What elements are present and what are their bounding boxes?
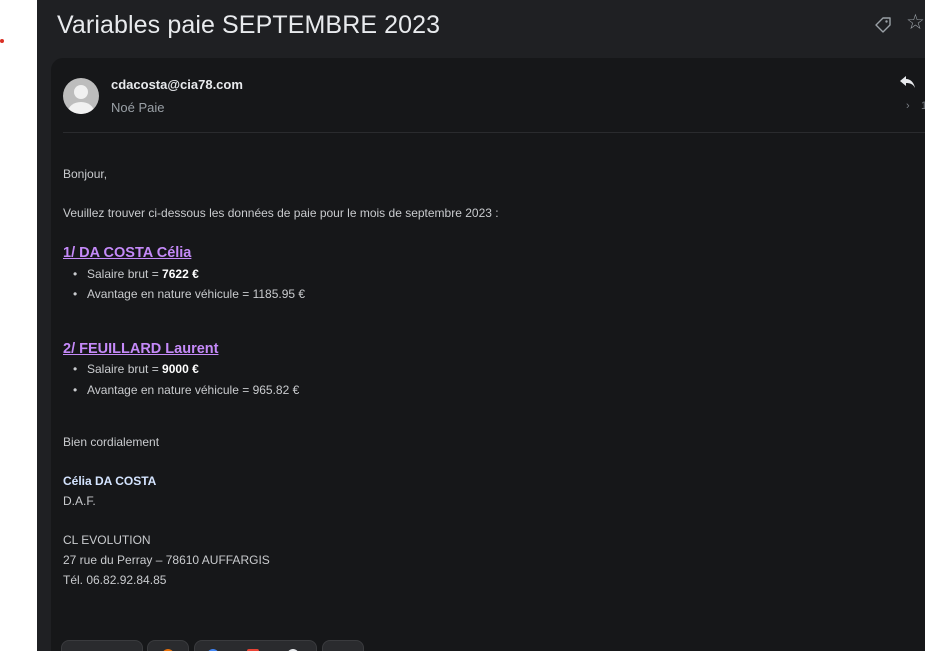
sender-email[interactable]: cdacosta@cia78.com — [111, 77, 243, 92]
employee-1-title[interactable]: 1/ DA COSTA Célia — [63, 245, 191, 261]
emoji-button[interactable] — [147, 640, 189, 651]
chevron-right-icon[interactable]: › — [906, 101, 910, 112]
signature-role: D.A.F. — [63, 494, 96, 508]
reply-icon[interactable] — [898, 74, 916, 90]
recipient-name[interactable]: Noé Paie — [111, 100, 164, 115]
signature-phone: Tél. 06.82.92.84.85 — [63, 573, 167, 587]
employee-2-benefit: Avantage en nature véhicule = 965.82 € — [73, 383, 299, 397]
closing: Bien cordialement — [63, 435, 160, 449]
reply-button[interactable] — [61, 640, 143, 651]
signature-name: Célia DA COSTA — [63, 474, 157, 488]
avatar[interactable] — [63, 78, 99, 114]
greeting: Bonjour, — [63, 167, 108, 181]
employee-2-salary-value: 9000 € — [162, 362, 199, 376]
email-viewer: Variables paie SEPTEMBRE 2023 ☆ cdacosta… — [37, 0, 925, 651]
signature-address: 27 rue du Perray – 78610 AUFFARGIS — [63, 553, 270, 567]
recipient-count: 1 — [921, 100, 925, 112]
tag-icon[interactable] — [873, 15, 893, 35]
unread-indicator — [0, 39, 4, 43]
suggested-actions[interactable] — [194, 640, 317, 651]
more-button[interactable] — [322, 640, 364, 651]
employee-1-salary: Salaire brut = 7622 € — [73, 267, 199, 281]
employee-1-salary-value: 7622 € — [162, 267, 199, 281]
intro-text: Veuillez trouver ci-dessous les données … — [63, 206, 499, 220]
signature-company: CL EVOLUTION — [63, 533, 151, 547]
employee-2-salary: Salaire brut = 9000 € — [73, 362, 199, 376]
left-gutter — [0, 0, 37, 651]
header-divider — [63, 132, 925, 133]
employee-2-title[interactable]: 2/ FEUILLARD Laurent — [63, 341, 218, 357]
employee-1-benefit: Avantage en nature véhicule = 1185.95 € — [73, 287, 305, 301]
email-subject: Variables paie SEPTEMBRE 2023 — [57, 11, 441, 39]
star-icon[interactable]: ☆ — [906, 12, 925, 33]
